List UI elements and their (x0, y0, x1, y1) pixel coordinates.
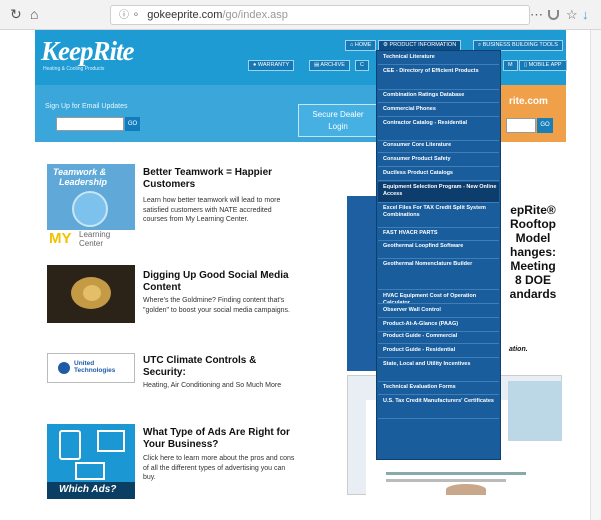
dropdown-item[interactable]: Commercial Phones (378, 104, 499, 116)
article-title[interactable]: Digging Up Good Social Media Content (143, 270, 295, 294)
article-body: Click here to learn more about the pros … (143, 455, 295, 481)
dropdown-separator (378, 303, 499, 304)
promo-footer: ation. (509, 346, 528, 353)
dropdown-item[interactable]: Technical Evaluation Forms (378, 382, 499, 394)
document-photo (508, 381, 562, 441)
url-bar[interactable]: ⓘ ⚬ gokeeprite.com/go/index.asp (110, 5, 530, 25)
gold-nuggets-image[interactable] (47, 265, 135, 323)
nav-c[interactable]: C (355, 60, 369, 71)
monitor-icon (97, 430, 125, 452)
bookmark-star-icon[interactable]: ☆ (566, 7, 578, 23)
dropdown-item[interactable]: U.S. Tax Credit Manufacturers' Certifica… (378, 396, 499, 418)
cart-icon (75, 462, 105, 480)
site-go-button[interactable]: GO (537, 118, 553, 133)
dropdown-item[interactable]: Technical Literature (378, 52, 499, 64)
promo-headline: epRite® Rooftop Model hanges: Meeting 8 … (509, 203, 557, 301)
which-ads-thumbnail[interactable]: Which Ads? (47, 424, 135, 499)
dropdown-item[interactable]: Ductless Product Catalogs (378, 168, 499, 180)
handshake-icon (72, 191, 108, 227)
dropdown-item[interactable]: FAST HVACR PARTS (378, 228, 499, 240)
dropdown-item[interactable]: Product-At-A-Glance (PAAG) (378, 319, 499, 331)
dropdown-item[interactable]: Product Guide - Commercial (378, 331, 499, 343)
dropdown-separator (378, 343, 499, 344)
signup-label: Sign Up for Email Updates (45, 103, 128, 110)
dropdown-item[interactable]: CEE - Directory of Efficient Products (378, 66, 499, 89)
url-host: gokeeprite.com (147, 9, 223, 21)
dropdown-item[interactable]: Geothermal Nomenclature Builder (378, 259, 499, 289)
logo-tagline: Heating & Cooling Products (43, 66, 105, 72)
article-body: Heating, Air Conditioning and So Much Mo… (143, 382, 282, 389)
home-icon[interactable]: ⌂ (30, 6, 38, 22)
dropdown-item[interactable]: Consumer Core Literature (378, 140, 499, 152)
article-title[interactable]: UTC Climate Controls & Security: (143, 355, 295, 379)
dropdown-item[interactable]: Product Guide - Residential (378, 345, 499, 357)
dropdown-separator (378, 317, 499, 318)
dropdown-separator (378, 418, 499, 419)
site-link-label[interactable]: rite.com (509, 96, 548, 107)
dropdown-item[interactable]: Consumer Product Safety (378, 154, 499, 166)
article-title[interactable]: What Type of Ads Are Right for Your Busi… (143, 427, 295, 451)
nav-archive[interactable]: ▤ ARCHIVE (309, 60, 350, 71)
dropdown-separator (378, 102, 499, 103)
logo-mark-icon (58, 362, 70, 374)
nav-mobile-app[interactable]: ▯ MOBILE APP (519, 60, 567, 71)
dropdown-item[interactable]: HVAC Equipment Cost of Operation Calcula… (378, 291, 499, 306)
dropdown-item[interactable]: Observer Wall Control (378, 305, 499, 317)
email-input[interactable] (56, 117, 124, 131)
reload-icon[interactable]: ↻ (10, 6, 22, 22)
article-title[interactable]: Better Teamwork = Happier Customers (143, 167, 295, 191)
page-scrollbar[interactable] (590, 30, 601, 520)
info-icon[interactable]: ⓘ ⚬ (119, 10, 140, 21)
email-go-button[interactable]: GO (125, 117, 140, 131)
url-path: /go/index.asp (222, 9, 288, 21)
keeprite-logo[interactable]: KeepRite (41, 36, 134, 67)
dropdown-item[interactable]: Equipment Selection Program - New Online… (378, 182, 499, 202)
dropdown-item[interactable]: Combination Ratings Database (378, 90, 499, 102)
dropdown-item[interactable]: Geothermal Loopfind Software (378, 241, 499, 258)
orange-panel (490, 85, 566, 142)
dropdown-item[interactable]: State, Local and Utility Incentives (378, 359, 499, 381)
download-icon[interactable]: ↓ (582, 7, 589, 22)
phone-icon (59, 430, 81, 460)
nav-warranty[interactable]: ● WARRANTY (248, 60, 295, 71)
page-actions-icon[interactable]: ⋯ (530, 7, 543, 23)
dropdown-separator (378, 357, 499, 358)
dropdown-separator (378, 152, 499, 153)
dropdown-separator (378, 166, 499, 167)
article-body: Learn how better teamwork will lead to m… (143, 197, 281, 223)
nav-home[interactable]: ⌂ HOME (345, 40, 377, 51)
dropdown-separator (378, 180, 499, 181)
nav-m[interactable]: M (503, 60, 518, 71)
dropdown-separator (378, 289, 499, 290)
dropdown-separator (378, 116, 499, 117)
dropdown-separator (378, 394, 499, 395)
united-technologies-logo[interactable]: United Technologies (47, 353, 135, 383)
secure-dealer-login-button[interactable]: Secure Dealer Login (298, 104, 378, 137)
dropdown-item[interactable]: Contractor Catalog - Residential (378, 118, 499, 140)
teamwork-thumbnail[interactable]: Teamwork & Leadership MY Learning Center (47, 164, 135, 250)
article-body: Where's the Goldmine? Finding content th… (143, 297, 290, 314)
site-search-input[interactable] (506, 118, 536, 133)
dropdown-separator (378, 64, 499, 65)
dropdown-item[interactable]: Excel Files For TAX Credit Split System … (378, 203, 499, 227)
